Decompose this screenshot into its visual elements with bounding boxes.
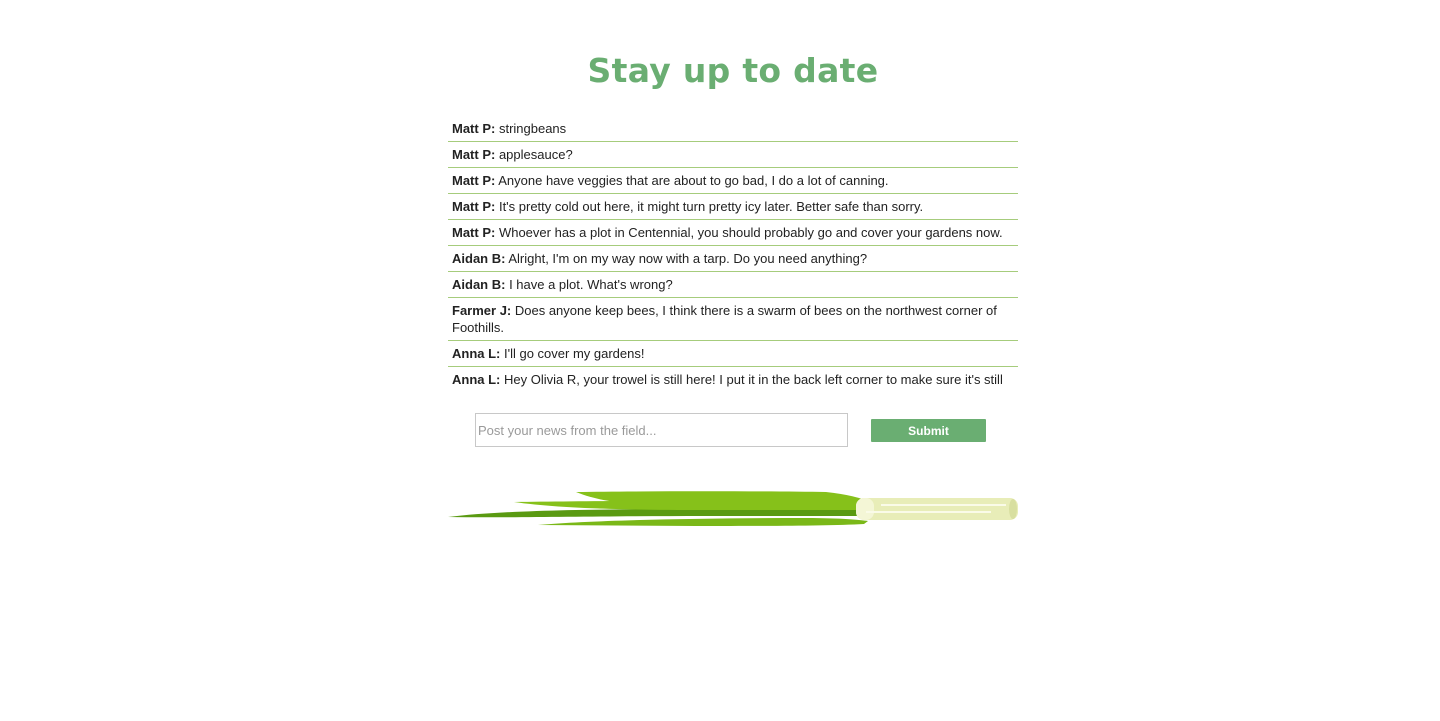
message-text: applesauce? <box>495 147 573 162</box>
list-item: Matt P: Anyone have veggies that are abo… <box>448 168 1018 194</box>
message-author: Anna L: <box>452 346 501 361</box>
message-text: Whoever has a plot in Centennial, you sh… <box>495 225 1003 240</box>
message-text: Hey Olivia R, your trowel is still here!… <box>500 372 1003 387</box>
message-text: It's pretty cold out here, it might turn… <box>495 199 924 214</box>
list-item: Anna L: Hey Olivia R, your trowel is sti… <box>448 367 1018 390</box>
message-text: Does anyone keep bees, I think there is … <box>452 303 997 335</box>
message-text: I'll go cover my gardens! <box>500 346 645 361</box>
list-item: Anna L: I'll go cover my gardens! <box>448 341 1018 367</box>
scallion-illustration-icon <box>448 491 1018 526</box>
message-author: Aidan B: <box>452 251 506 266</box>
news-feed[interactable]: Matt P: stringbeans Matt P: applesauce? … <box>448 116 1018 390</box>
message-author: Anna L: <box>452 372 501 387</box>
message-author: Matt P: <box>452 173 496 188</box>
message-text: Anyone have veggies that are about to go… <box>495 173 889 188</box>
list-item: Farmer J: Does anyone keep bees, I think… <box>448 298 1018 341</box>
message-text: stringbeans <box>495 121 567 136</box>
list-item: Aidan B: Alright, I'm on my way now with… <box>448 246 1018 272</box>
page-title: Stay up to date <box>587 51 879 90</box>
message-author: Farmer J: <box>452 303 512 318</box>
message-author: Aidan B: <box>452 277 506 292</box>
post-form: Submit <box>475 413 995 447</box>
message-author: Matt P: <box>452 225 496 240</box>
message-author: Matt P: <box>452 121 496 136</box>
list-item: Matt P: applesauce? <box>448 142 1018 168</box>
list-item: Matt P: It's pretty cold out here, it mi… <box>448 194 1018 220</box>
submit-button[interactable]: Submit <box>871 419 986 442</box>
message-text: I have a plot. What's wrong? <box>505 277 673 292</box>
news-input[interactable] <box>475 413 848 447</box>
list-item: Aidan B: I have a plot. What's wrong? <box>448 272 1018 298</box>
message-author: Matt P: <box>452 147 496 162</box>
message-text: Alright, I'm on my way now with a tarp. … <box>505 251 868 266</box>
list-item: Matt P: stringbeans <box>448 116 1018 142</box>
list-item: Matt P: Whoever has a plot in Centennial… <box>448 220 1018 246</box>
message-author: Matt P: <box>452 199 496 214</box>
